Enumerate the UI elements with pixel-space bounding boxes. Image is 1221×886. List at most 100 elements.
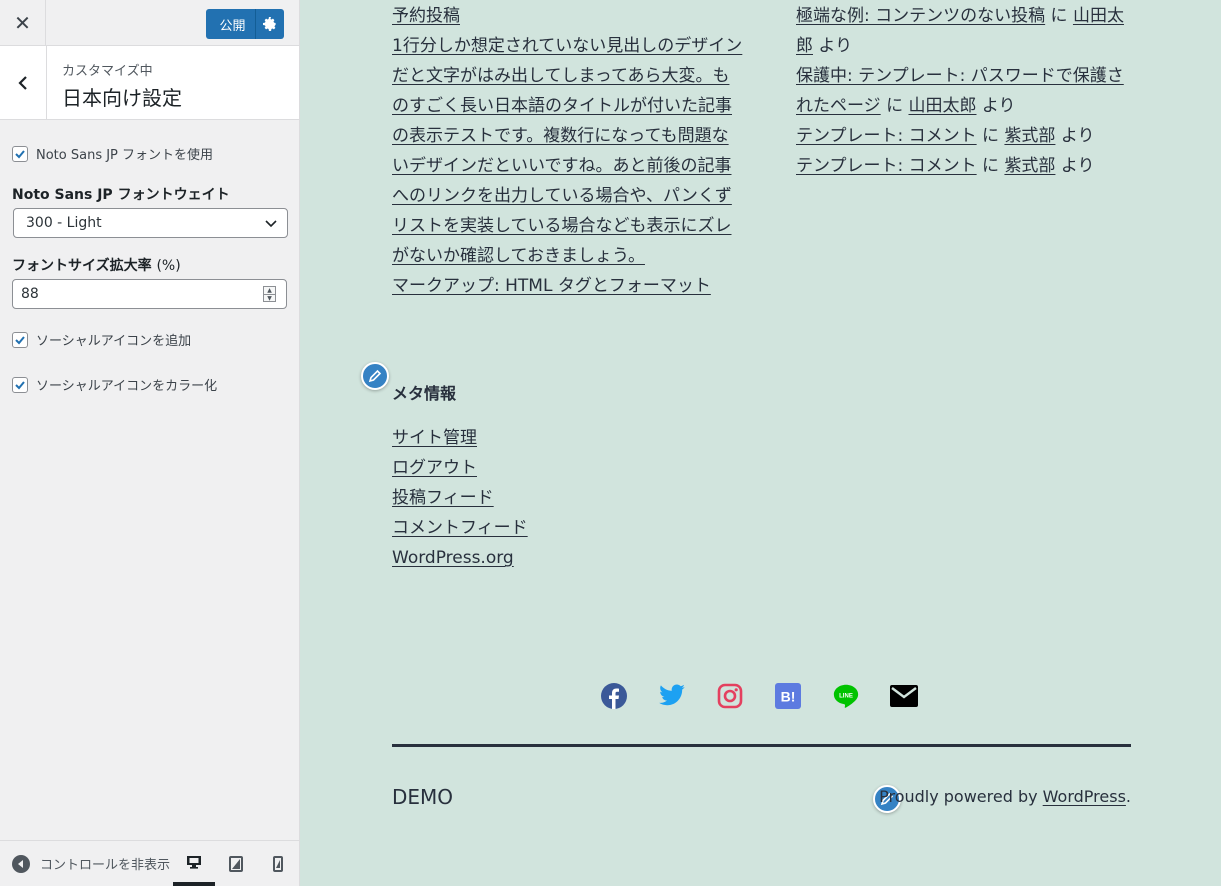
comment-suffix: より (1055, 156, 1095, 176)
preview-tablet-button[interactable] (215, 841, 257, 886)
collapse-controls-button[interactable]: コントロールを非表示 (12, 854, 172, 873)
social-color-checkbox[interactable] (12, 376, 28, 393)
font-weight-select[interactable]: 300 - Light (13, 208, 288, 238)
tablet-icon (229, 855, 243, 872)
comment-sep: に (880, 96, 909, 116)
site-preview: 予約投稿 1行分しか想定されていない見出しのデザインだと文字がはみ出してしまって… (300, 0, 1221, 886)
list-item: サイト管理 (392, 423, 528, 453)
meta-link-comments-feed[interactable]: コメントフィード (392, 518, 528, 538)
twitter-icon[interactable] (658, 682, 686, 710)
number-spinner: ▲ ▼ (263, 286, 276, 302)
wordpress-link[interactable]: WordPress (1043, 787, 1126, 806)
chevron-left-icon (18, 75, 27, 90)
font-scale-value: 88 (21, 286, 39, 302)
list-item: テンプレート: コメント に 紫式部 より (796, 151, 1136, 181)
meta-link-wordpress-org[interactable]: WordPress.org (392, 548, 514, 568)
list-item: 投稿フィード (392, 483, 528, 513)
checkmark-icon (15, 380, 25, 389)
post-link[interactable]: 1行分しか想定されていない見出しのデザインだと文字がはみ出してしまってあら大変。… (392, 36, 742, 266)
list-item: WordPress.org (392, 543, 528, 573)
use-noto-sans-control: Noto Sans JP フォントを使用 (12, 144, 213, 163)
powered-prefix: Proudly powered by (879, 787, 1043, 806)
social-add-label: ソーシャルアイコンを追加 (36, 334, 192, 349)
meta-link-logout[interactable]: ログアウト (392, 458, 477, 478)
spinner-down-button[interactable]: ▼ (264, 295, 275, 302)
comment-author-link[interactable]: 紫式部 (1004, 126, 1055, 146)
customizer-header: ✕ 公開 (0, 0, 299, 46)
font-weight-value: 300 - Light (26, 215, 102, 231)
comment-sep: に (976, 156, 1005, 176)
font-weight-label: Noto Sans JP フォントウェイト (12, 187, 230, 203)
publish-settings-button[interactable] (256, 9, 284, 39)
comment-sep: に (976, 126, 1005, 146)
social-add-checkbox[interactable] (12, 331, 28, 348)
post-link[interactable]: 予約投稿 (392, 6, 460, 26)
line-text: LINE (839, 693, 853, 699)
hatena-text: B! (781, 689, 796, 705)
list-item: コメントフィード (392, 513, 528, 543)
meta-link-admin[interactable]: サイト管理 (392, 428, 477, 448)
publish-group: 公開 (206, 9, 284, 39)
collapse-controls-label: コントロールを非表示 (40, 858, 171, 873)
list-item: テンプレート: コメント に 紫式部 より (796, 121, 1136, 151)
comment-author-link[interactable]: 紫式部 (1004, 156, 1055, 176)
list-item: ログアウト (392, 453, 528, 483)
instagram-icon[interactable] (716, 682, 744, 710)
mail-icon[interactable] (890, 682, 918, 710)
font-scale-label-text: フォントサイズ拡大率 (12, 258, 152, 274)
recent-posts-list: 予約投稿 1行分しか想定されていない見出しのデザインだと文字がはみ出してしまって… (392, 1, 744, 301)
hatena-bookmark-icon[interactable]: B! (774, 682, 802, 710)
preview-mobile-button[interactable] (257, 841, 299, 886)
list-item: 保護中: テンプレート: パスワードで保護されたページ に 山田太郎 より (796, 61, 1136, 121)
comment-sep: に (1045, 6, 1073, 26)
comment-suffix: より (1055, 126, 1095, 146)
social-color-label: ソーシャルアイコンをカラー化 (36, 379, 218, 394)
post-link[interactable]: マークアップ: HTML タグとフォーマット (392, 276, 711, 296)
comment-suffix: より (976, 96, 1016, 116)
font-scale-input[interactable]: 88 ▲ ▼ (12, 279, 287, 309)
spinner-up-button[interactable]: ▲ (264, 287, 275, 295)
comment-post-link[interactable]: テンプレート: コメント (796, 156, 977, 176)
meta-link-posts-feed[interactable]: 投稿フィード (392, 488, 494, 508)
use-noto-sans-checkbox[interactable] (12, 145, 28, 162)
facebook-icon[interactable] (600, 682, 628, 710)
gear-icon (263, 17, 276, 31)
section-subtitle: カスタマイズ中 (62, 64, 153, 79)
social-icons-row: B! LINE (600, 682, 948, 710)
checkmark-icon (15, 149, 25, 158)
list-item: 予約投稿 (392, 1, 744, 31)
edit-widget-button[interactable] (361, 362, 389, 390)
collapse-arrow-icon (12, 854, 30, 873)
comment-author-link[interactable]: 山田太郎 (908, 96, 976, 116)
powered-by-text: Proudly powered by WordPress. (879, 787, 1131, 806)
use-noto-sans-label: Noto Sans JP フォントを使用 (36, 148, 214, 163)
footer-divider (392, 744, 1131, 747)
checkmark-icon (15, 335, 25, 344)
site-name: DEMO (392, 785, 454, 809)
comment-post-link[interactable]: テンプレート: コメント (796, 126, 977, 146)
mobile-icon (273, 855, 283, 872)
customizer-footer: コントロールを非表示 (0, 840, 299, 886)
preview-desktop-button[interactable] (173, 841, 215, 886)
line-icon[interactable]: LINE (832, 682, 860, 710)
pencil-icon (368, 369, 382, 383)
meta-links-list: サイト管理 ログアウト 投稿フィード コメントフィード WordPress.or… (392, 423, 528, 573)
list-item: 1行分しか想定されていない見出しのデザインだと文字がはみ出してしまってあら大変。… (392, 31, 744, 271)
social-color-control: ソーシャルアイコンをカラー化 (12, 375, 217, 394)
powered-suffix: . (1125, 787, 1131, 806)
list-item: 極端な例: コンテンツのない投稿 に 山田太郎 より (796, 1, 1136, 61)
comment-suffix: より (813, 36, 853, 56)
close-customizer-button[interactable]: ✕ (0, 0, 46, 45)
publish-button[interactable]: 公開 (206, 9, 256, 39)
list-item: マークアップ: HTML タグとフォーマット (392, 271, 744, 301)
recent-comments-list: 極端な例: コンテンツのない投稿 に 山田太郎 より 保護中: テンプレート: … (796, 1, 1136, 181)
customizer-sidebar: ✕ 公開 カスタマイズ中 日本向け設定 Noto Sans JP フォントを使用… (0, 0, 300, 886)
font-scale-label: フォントサイズ拡大率 (%) (12, 255, 181, 275)
section-title: 日本向け設定 (62, 86, 182, 110)
comment-post-link[interactable]: 極端な例: コンテンツのない投稿 (796, 6, 1045, 26)
desktop-icon (187, 855, 201, 869)
section-header: カスタマイズ中 日本向け設定 (0, 46, 299, 120)
social-add-control: ソーシャルアイコンを追加 (12, 330, 191, 349)
back-button[interactable] (0, 46, 47, 119)
chevron-down-icon (265, 220, 277, 228)
